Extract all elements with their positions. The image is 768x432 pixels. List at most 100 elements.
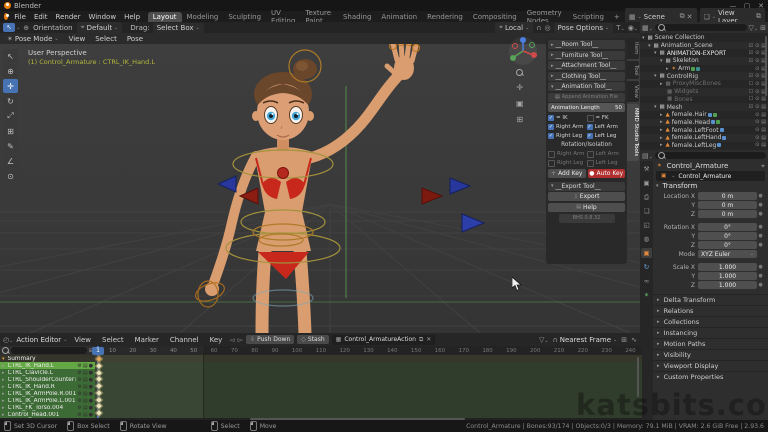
rot-right-leg-checkbox[interactable]: Right Leg bbox=[548, 159, 587, 167]
hide-eye-icon[interactable]: ⊙ bbox=[755, 127, 759, 133]
ik-checkbox[interactable]: ✓ = IK bbox=[548, 115, 587, 121]
scale-y-row[interactable]: Y 1.000 ● bbox=[653, 272, 764, 280]
hide-eye-icon[interactable]: ⊙ bbox=[755, 66, 759, 72]
mute-icon[interactable]: ▤ bbox=[83, 398, 88, 404]
scale-z-row[interactable]: Z 1.000 ● bbox=[653, 281, 764, 289]
stash-button[interactable]: ◇ Stash bbox=[297, 335, 329, 344]
modifier-icon[interactable]: ⚙ bbox=[77, 363, 81, 369]
mute-icon[interactable]: ▤ bbox=[83, 370, 88, 376]
outliner-scrollbar[interactable] bbox=[765, 36, 767, 96]
channel-row[interactable]: ▸ CTRL_ShoulderCounterTw ⚙ ▤ ● bbox=[0, 376, 95, 383]
menu-edit[interactable]: Edit bbox=[30, 13, 52, 21]
rot-left-arm-checkbox[interactable]: Left Arm bbox=[586, 150, 626, 158]
object-name-field[interactable]: ▣ ⌄ Control_Armature bbox=[656, 171, 765, 181]
outliner-row-female-leftleg[interactable]: ▸ ▲ female.LeftLeg ⊙ ▤ bbox=[640, 142, 768, 150]
rotation-y-row[interactable]: Y 0° ● bbox=[653, 232, 764, 240]
hide-eye-icon[interactable]: ⊙ bbox=[755, 96, 759, 102]
orientation-dropdown[interactable]: ⌖ Default ⌄ bbox=[76, 22, 123, 33]
append-animation-button[interactable]: ▤ Append Animation File bbox=[548, 92, 625, 102]
tab-object-icon[interactable]: ▣ bbox=[641, 248, 652, 258]
render-camera-icon[interactable]: ▤ bbox=[761, 127, 766, 133]
tab-item[interactable]: Item bbox=[627, 38, 639, 59]
section-relations[interactable]: ▸ Relations bbox=[653, 305, 768, 316]
camera-view-icon[interactable]: ▣ bbox=[516, 99, 524, 108]
pan-hand-icon[interactable]: ✛ bbox=[516, 83, 523, 92]
select-tool-button[interactable]: ↖ bbox=[3, 49, 18, 63]
dope-menu-view[interactable]: View bbox=[70, 336, 95, 344]
workspace-tab-layout[interactable]: Layout bbox=[147, 11, 182, 22]
modifier-icon[interactable]: ⚙ bbox=[77, 398, 81, 404]
viewport-3d[interactable]: ✶ Pose Mode ⌄ View Select Pose User Persp… bbox=[0, 33, 642, 333]
pivot-dropdown[interactable]: ⌖ Local ⌄ bbox=[495, 22, 534, 33]
mode-dropdown[interactable]: ✶ Pose Mode ⌄ bbox=[3, 33, 63, 44]
overlays-icon[interactable]: ◉⌄ bbox=[628, 24, 638, 32]
exclude-checkbox[interactable]: ☑ bbox=[749, 50, 753, 56]
workspace-tab-sculpting[interactable]: Sculpting bbox=[223, 12, 266, 22]
left-arm-checkbox[interactable]: ✓ Left Arm bbox=[586, 124, 626, 130]
right-leg-checkbox[interactable]: ✓ Right Leg bbox=[548, 133, 587, 139]
zoom-icon[interactable] bbox=[516, 69, 524, 76]
menu-help[interactable]: Help bbox=[120, 13, 144, 21]
snap-magnet-icon[interactable]: ∩ bbox=[536, 24, 541, 32]
unlink-action-icon[interactable]: ✕ bbox=[426, 336, 431, 343]
dope-menu-channel[interactable]: Channel bbox=[166, 336, 203, 344]
tab-view-layer-icon[interactable]: ❏ bbox=[641, 206, 652, 216]
section-furniture-tool[interactable]: ▸ __Furniture Tool__ bbox=[548, 50, 625, 60]
workspace-tab-compositing[interactable]: Compositing bbox=[468, 12, 522, 22]
new-scene-icon[interactable]: ⧉ bbox=[680, 12, 685, 21]
lock-icon[interactable]: ● bbox=[89, 412, 93, 418]
tab-tool[interactable]: Tool bbox=[627, 60, 639, 80]
right-arm-checkbox[interactable]: ✓ Right Arm bbox=[548, 124, 587, 130]
tab-physics-icon[interactable]: ↻ bbox=[641, 262, 652, 272]
fk-checkbox[interactable]: = FK bbox=[586, 114, 626, 122]
rotation-x-row[interactable]: Rotation X 0° ● bbox=[653, 223, 764, 231]
rot-right-arm-checkbox[interactable]: Right Arm bbox=[548, 150, 587, 158]
frame-ruler[interactable]: 10 20 30 40 50 60 70 80 90 100 110 120 130 140 … bbox=[95, 346, 642, 355]
rotation-mode-row[interactable]: Mode XYZ Euler ⌄ bbox=[653, 250, 764, 258]
hide-eye-icon[interactable]: ⊙ bbox=[755, 89, 759, 95]
animation-length-field[interactable]: Animation Length 50 bbox=[548, 103, 625, 112]
lock-icon[interactable]: ● bbox=[89, 405, 93, 411]
hide-eye-icon[interactable]: ⊙ bbox=[755, 142, 759, 148]
channel-row[interactable]: ▸ CTRL_Clavicle.L ⚙ ▤ ● bbox=[0, 369, 95, 376]
hide-eye-icon[interactable]: ⊙ bbox=[755, 73, 759, 79]
hide-eye-icon[interactable]: ⊙ bbox=[755, 81, 759, 87]
move-tool-button[interactable]: ✛ bbox=[3, 79, 18, 93]
tab-data-icon[interactable]: ✶ bbox=[641, 290, 652, 300]
channel-row[interactable]: ▸ Control_Head.001 ⚙ ▤ ● bbox=[0, 411, 95, 418]
tab-scene-icon[interactable]: ◱ bbox=[641, 220, 652, 230]
hide-eye-icon[interactable]: ⊙ bbox=[755, 119, 759, 125]
hide-eye-icon[interactable]: ⊙ bbox=[755, 50, 759, 56]
exclude-checkbox[interactable]: ☑ bbox=[749, 73, 753, 79]
annotate-tool-button[interactable]: ✎ bbox=[3, 139, 18, 153]
section-clothing-tool[interactable]: ▸ __Clothing Tool__ bbox=[548, 71, 625, 81]
editor-type-icon[interactable]: ◴⌄ bbox=[3, 336, 13, 344]
hide-eye-icon[interactable]: ⊙ bbox=[755, 58, 759, 64]
render-camera-icon[interactable]: ▤ bbox=[761, 96, 766, 102]
ortho-toggle-icon[interactable]: ⊞ bbox=[516, 115, 523, 124]
section-motion-paths[interactable]: ▸ Motion Paths bbox=[653, 338, 768, 349]
hide-eye-icon[interactable]: ⊙ bbox=[755, 104, 759, 110]
pose-options-dropdown[interactable]: Pose Options ⌄ bbox=[553, 22, 614, 33]
dope-menu-marker[interactable]: Marker bbox=[131, 336, 163, 344]
modifier-icon[interactable]: ⚙ bbox=[77, 391, 81, 397]
properties-search-input[interactable] bbox=[654, 152, 766, 159]
outliner-row-female-hair[interactable]: ▸ ▲ female.Hair ⊙ ▤ bbox=[640, 111, 768, 119]
drag-dropdown[interactable]: Select Box ⌄ bbox=[152, 22, 204, 33]
push-down-button[interactable]: ⇩ Push Down bbox=[246, 335, 295, 344]
render-camera-icon[interactable]: ▤ bbox=[761, 112, 766, 118]
auto-key-button[interactable]: ● Auto Key bbox=[587, 169, 625, 178]
location-z-row[interactable]: Z 0 m ● bbox=[653, 210, 764, 218]
active-tool-icon[interactable]: ↖ bbox=[3, 23, 15, 32]
outliner-row-female-lefthand[interactable]: ▸ ▲ female.LeftHand ⊙ ▤ bbox=[640, 133, 768, 142]
channel-summary[interactable]: ▾ Summary bbox=[0, 355, 95, 362]
proportional-edit-icon[interactable]: ◎ bbox=[544, 24, 550, 32]
rotate-tool-button[interactable]: ↻ bbox=[3, 94, 18, 108]
lock-icon[interactable]: ● bbox=[89, 398, 93, 404]
tab-tool-icon[interactable]: ⚒ bbox=[641, 164, 652, 174]
workspace-tab-modeling[interactable]: Modeling bbox=[182, 12, 224, 22]
interp-icon[interactable]: ∿ bbox=[631, 336, 637, 344]
channel-row[interactable]: ▸ CTRL_FK_Torso.004 ⚙ ▤ ● bbox=[0, 404, 95, 411]
snap-dropdown[interactable]: ∩ Nearest Frame ⌄ bbox=[553, 336, 618, 344]
tab-mmd-studio-tools[interactable]: MMD Studio Tools bbox=[627, 104, 639, 161]
